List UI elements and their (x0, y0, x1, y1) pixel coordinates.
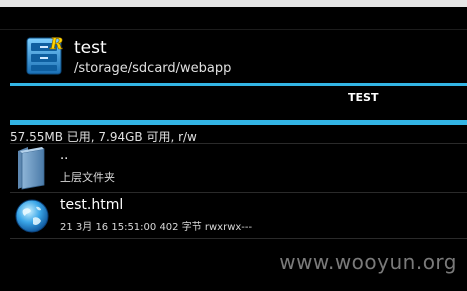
row-divider (10, 192, 467, 193)
status-bar (0, 0, 467, 7)
list-item-subtitle: 上层文件夹 (60, 171, 115, 184)
current-path: /storage/sdcard/webapp (74, 61, 232, 76)
tab-active-indicator (10, 120, 467, 125)
list-item-name: test.html (60, 197, 124, 213)
page-title: test (74, 38, 107, 58)
globe-icon (15, 199, 49, 233)
row-divider (10, 143, 467, 144)
screen: R test /storage/sdcard/webapp TEST 57.55… (0, 0, 467, 291)
svg-text:R: R (49, 34, 63, 53)
row-divider (10, 238, 467, 239)
file-cabinet-icon[interactable]: R (24, 34, 66, 76)
header-divider (0, 29, 467, 30)
watermark: www.wooyun.org (279, 250, 457, 274)
tab-test[interactable]: TEST (0, 91, 467, 104)
folder-icon (18, 147, 45, 190)
tab-bar-top-divider (10, 83, 467, 86)
list-item-subtitle: 21 3月 16 15:51:00 402 字节 rwxrwx--- (60, 222, 253, 233)
list-item-name: .. (60, 148, 69, 163)
